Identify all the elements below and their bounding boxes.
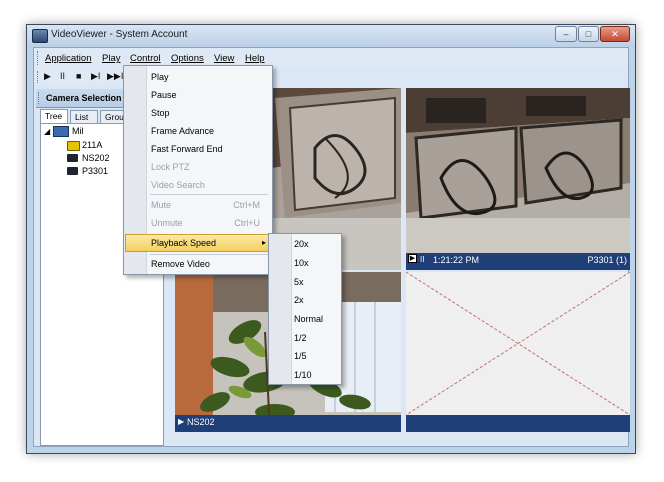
tab-tree[interactable]: Tree bbox=[40, 109, 68, 123]
menu-item-lock-ptz: Lock PTZ bbox=[151, 162, 190, 172]
menubar-grip[interactable] bbox=[37, 51, 41, 65]
tree-camera-211a[interactable]: 211A bbox=[82, 140, 102, 150]
tree-camera-ns202[interactable]: NS202 bbox=[82, 153, 110, 163]
play-icon[interactable]: ▶ bbox=[178, 417, 184, 426]
menu-item-play[interactable]: Play bbox=[151, 72, 169, 82]
menu-options[interactable]: Options bbox=[171, 53, 204, 64]
stop-icon[interactable]: ■ bbox=[76, 71, 81, 81]
speed-10x[interactable]: 10x bbox=[294, 258, 309, 268]
speed-half[interactable]: 1/2 bbox=[294, 333, 307, 343]
submenu-arrow-icon: ▸ bbox=[261, 238, 266, 247]
pane-camera-name: NS202 bbox=[187, 417, 215, 427]
pane-status-bar: ▶ II 1:21:22 PM P3301 (1) bbox=[406, 253, 630, 270]
computer-icon bbox=[53, 126, 69, 137]
playback-speed-submenu: 20x 10x 5x 2x Normal 1/2 1/5 1/10 bbox=[268, 233, 342, 385]
menu-separator bbox=[150, 254, 268, 255]
menu-item-mute: Mute bbox=[151, 200, 172, 210]
frame-advance-icon[interactable]: ▶I bbox=[91, 71, 100, 82]
speed-tenth[interactable]: 1/10 bbox=[294, 370, 312, 380]
pane-status-bar bbox=[406, 415, 630, 432]
menu-play[interactable]: Play bbox=[102, 53, 120, 64]
pane-timestamp: 1:21:22 PM bbox=[433, 255, 480, 265]
menu-item-frame-advance[interactable]: Frame Advance bbox=[151, 126, 214, 136]
control-menu: Play Pause Stop Frame Advance Fast Forwa… bbox=[123, 65, 273, 275]
shortcut-mute: Ctrl+M bbox=[233, 200, 260, 210]
title-bar[interactable]: VideoViewer - System Account – □ ✕ bbox=[27, 25, 635, 47]
close-button[interactable]: ✕ bbox=[600, 26, 630, 42]
fast-forward-end-icon[interactable]: ▶▶I bbox=[107, 71, 123, 82]
menu-item-stop[interactable]: Stop bbox=[151, 108, 170, 118]
menu-item-remove-video[interactable]: Remove Video bbox=[151, 259, 210, 269]
pause-icon[interactable]: II bbox=[60, 71, 65, 81]
play-button[interactable]: ▶ bbox=[408, 254, 417, 263]
menu-help[interactable]: Help bbox=[245, 53, 265, 64]
tree-camera-p3301[interactable]: P3301 bbox=[82, 166, 108, 176]
menu-item-pause[interactable]: Pause bbox=[151, 90, 177, 100]
pane-status-bar: ▶ NS202 bbox=[175, 415, 401, 432]
speed-2x[interactable]: 2x bbox=[294, 295, 304, 305]
camera-selection-title: Camera Selection bbox=[46, 93, 122, 103]
tab-list[interactable]: List bbox=[70, 110, 98, 123]
empty-pane-x-icon bbox=[406, 272, 630, 415]
camera-icon bbox=[67, 167, 78, 175]
menu-item-unmute: Unmute bbox=[151, 218, 183, 228]
speed-20x[interactable]: 20x bbox=[294, 239, 309, 249]
speed-fifth[interactable]: 1/5 bbox=[294, 351, 307, 361]
panel-grip[interactable] bbox=[38, 92, 42, 104]
toolbar-grip[interactable] bbox=[37, 71, 41, 83]
menu-separator bbox=[150, 194, 268, 195]
menu-application[interactable]: Application bbox=[45, 53, 91, 64]
menu-item-playback-speed[interactable]: Playback Speed bbox=[151, 238, 216, 248]
tree-expander-icon[interactable]: ◢ bbox=[44, 127, 50, 136]
app-icon bbox=[32, 29, 48, 43]
maximize-button[interactable]: □ bbox=[578, 26, 599, 42]
menu-icon-strip bbox=[269, 234, 292, 384]
shortcut-unmute: Ctrl+U bbox=[234, 218, 260, 228]
pause-icon[interactable]: II bbox=[420, 255, 424, 264]
speed-5x[interactable]: 5x bbox=[294, 277, 304, 287]
video-pane-top-right[interactable]: ▶ II 1:21:22 PM P3301 (1) ▸ bbox=[406, 88, 630, 270]
tree-root-node[interactable]: Mil bbox=[72, 126, 84, 136]
video-frame bbox=[406, 88, 630, 253]
menu-item-fast-forward-end[interactable]: Fast Forward End bbox=[151, 144, 223, 154]
play-icon[interactable]: ▶ bbox=[44, 71, 51, 82]
menu-item-video-search: Video Search bbox=[151, 180, 205, 190]
menu-control[interactable]: Control bbox=[130, 53, 161, 64]
camera-icon bbox=[67, 141, 80, 151]
camera-icon bbox=[67, 154, 78, 162]
window-title: VideoViewer - System Account bbox=[51, 29, 188, 40]
video-pane-bottom-right[interactable] bbox=[406, 272, 630, 432]
menu-view[interactable]: View bbox=[214, 53, 234, 64]
speed-normal[interactable]: Normal bbox=[294, 314, 323, 324]
pane-camera-name: P3301 (1) bbox=[587, 255, 627, 265]
minimize-button[interactable]: – bbox=[555, 26, 577, 42]
